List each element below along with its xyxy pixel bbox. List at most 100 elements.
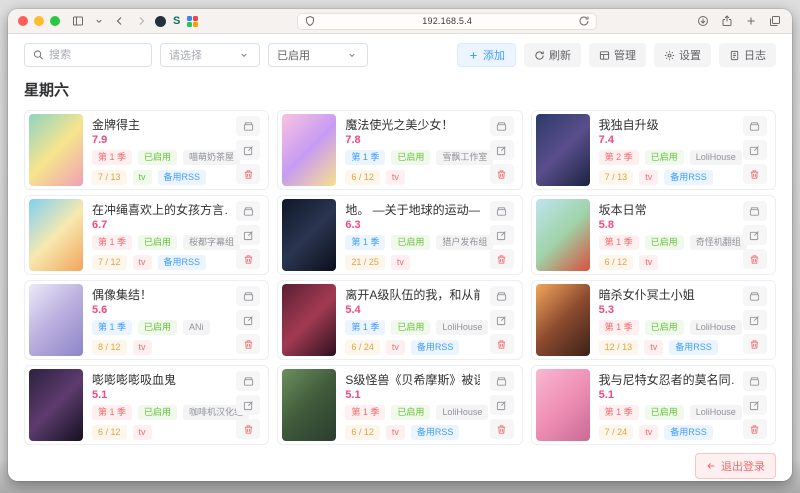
bangumi-poster[interactable]	[29, 114, 83, 186]
bangumi-poster[interactable]	[29, 369, 83, 441]
delete-button[interactable]	[236, 419, 260, 439]
archive-button[interactable]	[490, 286, 514, 306]
status-tag: 已启用	[645, 150, 684, 165]
bangumi-card: 地。 ―关于地球的运动― 6.3 第 1 季 已启用 猎户发布组 21 / 25…	[277, 195, 522, 275]
archive-button[interactable]	[236, 371, 260, 391]
bangumi-poster[interactable]	[536, 199, 590, 271]
forward-icon[interactable]	[134, 14, 148, 28]
address-bar[interactable]: 192.168.5.4	[297, 13, 597, 30]
season-tag: 第 1 季	[345, 235, 385, 250]
bangumi-card: 我与尼特女忍者的莫名同… 5.1 第 1 季 已启用 LoliHouse 7 /…	[531, 365, 776, 445]
delete-button[interactable]	[743, 419, 767, 439]
archive-button[interactable]	[743, 201, 767, 221]
edit-button[interactable]	[743, 140, 767, 160]
edit-button[interactable]	[236, 225, 260, 245]
gear-icon	[664, 50, 675, 61]
bangumi-rating: 5.8	[599, 219, 734, 231]
season-tag: 第 1 季	[92, 235, 132, 250]
tags-row-2: 12 / 13 tv 备用RSS	[599, 340, 734, 355]
manage-button[interactable]: 管理	[589, 43, 646, 67]
downloads-icon[interactable]	[696, 14, 710, 28]
bangumi-poster[interactable]	[29, 284, 83, 356]
status-tag: 已启用	[645, 320, 684, 335]
episode-tag: 6 / 12	[345, 170, 380, 185]
edit-button[interactable]	[490, 395, 514, 415]
reload-icon[interactable]	[577, 14, 591, 28]
delete-button[interactable]	[490, 249, 514, 269]
delete-button[interactable]	[236, 164, 260, 184]
edit-button[interactable]	[490, 140, 514, 160]
bangumi-poster[interactable]	[536, 114, 590, 186]
archive-button[interactable]	[490, 371, 514, 391]
bangumi-poster[interactable]	[29, 199, 83, 271]
bangumi-poster[interactable]	[282, 369, 336, 441]
delete-button[interactable]	[490, 164, 514, 184]
bangumi-rating: 6.3	[345, 219, 480, 231]
tags-row-1: 第 1 季 已启用 桜都字幕组	[92, 235, 227, 250]
archive-icon	[496, 376, 507, 387]
delete-button[interactable]	[743, 164, 767, 184]
bangumi-poster[interactable]	[536, 369, 590, 441]
bangumi-poster[interactable]	[282, 114, 336, 186]
delete-button[interactable]	[236, 249, 260, 269]
category-select[interactable]: 请选择	[160, 43, 260, 67]
edit-button[interactable]	[743, 310, 767, 330]
edit-button[interactable]	[236, 310, 260, 330]
archive-button[interactable]	[743, 116, 767, 136]
extension-icon-grid[interactable]	[187, 16, 198, 27]
delete-button[interactable]	[490, 419, 514, 439]
bangumi-title: 离开A级队伍的我，和从前…	[345, 286, 480, 303]
chevron-down-icon[interactable]	[92, 14, 106, 28]
edit-icon	[243, 230, 254, 241]
type-tag: tv	[386, 425, 405, 440]
archive-button[interactable]	[490, 116, 514, 136]
archive-button[interactable]	[490, 201, 514, 221]
chevron-down-icon	[345, 48, 359, 62]
edit-button[interactable]	[490, 225, 514, 245]
edit-icon	[243, 145, 254, 156]
back-icon[interactable]	[113, 14, 127, 28]
archive-button[interactable]	[236, 286, 260, 306]
edit-button[interactable]	[236, 140, 260, 160]
status-select[interactable]: 已启用	[268, 43, 368, 67]
season-tag: 第 1 季	[599, 235, 639, 250]
search-input[interactable]	[49, 49, 143, 61]
delete-button[interactable]	[236, 334, 260, 354]
add-button[interactable]: 添加	[457, 43, 516, 67]
bangumi-poster[interactable]	[536, 284, 590, 356]
tab-overview-icon[interactable]	[768, 14, 782, 28]
archive-button[interactable]	[743, 286, 767, 306]
logs-button[interactable]: 日志	[719, 43, 776, 67]
search-field[interactable]	[24, 43, 152, 67]
delete-button[interactable]	[743, 334, 767, 354]
bangumi-poster[interactable]	[282, 284, 336, 356]
edit-button[interactable]	[743, 225, 767, 245]
edit-button[interactable]	[490, 310, 514, 330]
refresh-button[interactable]: 刷新	[524, 43, 581, 67]
extension-icon-dark[interactable]	[155, 16, 166, 27]
close-window-button[interactable]	[18, 16, 28, 26]
type-tag: tv	[639, 255, 658, 270]
delete-button[interactable]	[743, 249, 767, 269]
minimize-window-button[interactable]	[34, 16, 44, 26]
zoom-window-button[interactable]	[50, 16, 60, 26]
bangumi-rating: 6.7	[92, 219, 227, 231]
archive-icon	[749, 121, 760, 132]
edit-button[interactable]	[236, 395, 260, 415]
extension-icon-s[interactable]: S	[173, 15, 180, 27]
archive-button[interactable]	[236, 201, 260, 221]
edit-button[interactable]	[743, 395, 767, 415]
tags-row-2: 21 / 25 tv	[345, 255, 480, 270]
archive-icon	[496, 121, 507, 132]
archive-button[interactable]	[236, 116, 260, 136]
group-tag: 桜都字幕组	[183, 235, 240, 250]
archive-button[interactable]	[743, 371, 767, 391]
status-tag: 已启用	[391, 150, 430, 165]
bangumi-poster[interactable]	[282, 199, 336, 271]
share-icon[interactable]	[720, 14, 734, 28]
delete-button[interactable]	[490, 334, 514, 354]
new-tab-icon[interactable]	[744, 14, 758, 28]
logout-button[interactable]: 退出登录	[695, 453, 776, 479]
sidebar-icon[interactable]	[71, 14, 85, 28]
settings-button[interactable]: 设置	[654, 43, 711, 67]
